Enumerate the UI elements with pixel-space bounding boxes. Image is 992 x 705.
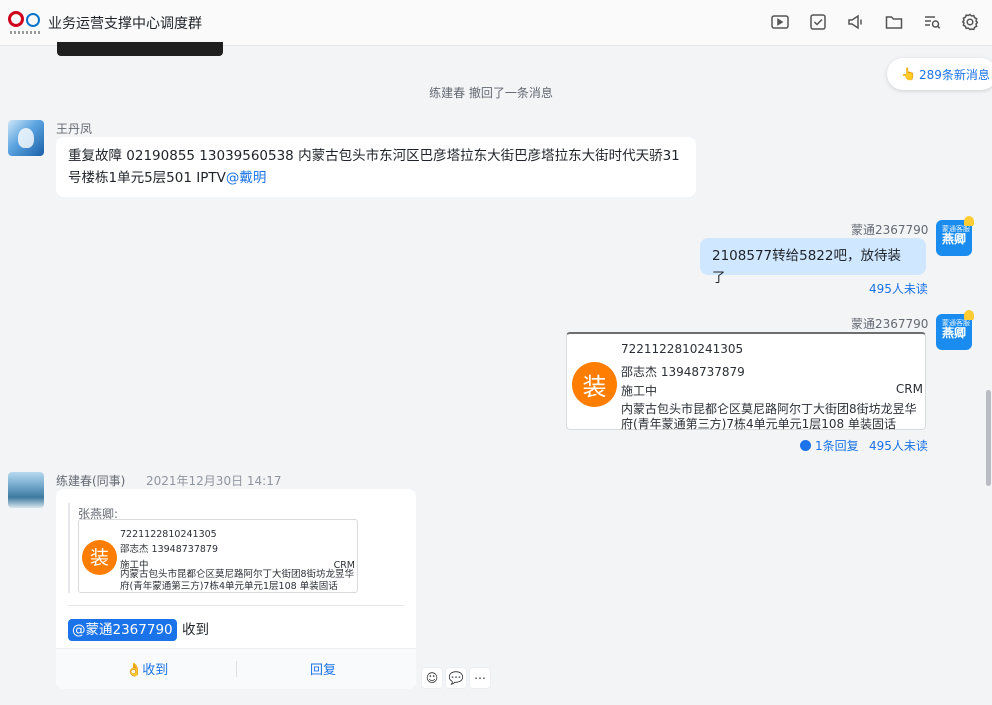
acknowledge-button[interactable]: 👌收到 <box>126 660 168 682</box>
chat-header: 业务运营支撑中心调度群 <box>0 0 992 46</box>
message-bubble[interactable]: 2108577转给5822吧，放待装了 <box>700 238 926 286</box>
comment-icon <box>800 440 811 451</box>
order-system: CRM <box>895 382 923 396</box>
avatar[interactable]: 蒙通客服 燕卿 <box>936 216 974 256</box>
sender-name: 王丹凤 <box>56 122 93 136</box>
system-notice: 练建春 撤回了一条消息 <box>429 86 553 100</box>
message-hover-toolbar: ☺ 💬 ⋯ <box>421 667 491 689</box>
video-icon[interactable] <box>770 12 790 32</box>
message-text: 重复故障 02190855 13039560538 内蒙古包头市东河区巴彦塔拉东… <box>68 148 680 186</box>
previous-message-fragment <box>57 42 223 56</box>
settings-icon[interactable] <box>960 12 980 32</box>
sender-name: 蒙通2367790 <box>851 223 929 237</box>
quoted-order-card[interactable]: 装 7221122810241305 邵志杰 13948737879 施工中 C… <box>78 519 358 593</box>
install-badge: 装 <box>572 362 617 407</box>
thread-replies[interactable]: 1条回复 <box>800 437 859 454</box>
sender-name: 蒙通2367790 <box>851 317 929 331</box>
unread-count[interactable]: 495人未读 <box>869 280 928 297</box>
order-person: 邵志杰 13948737879 <box>621 365 745 379</box>
scrollbar[interactable] <box>986 390 991 486</box>
crown-icon <box>964 310 974 320</box>
acknowledge-label: 收到 <box>142 663 169 678</box>
order-status: 施工中 <box>621 384 658 398</box>
message-bubble[interactable]: 张燕卿: 装 7221122810241305 邵志杰 13948737879 … <box>56 489 416 689</box>
message-time: 2021年12月30日 14:17 <box>146 474 282 488</box>
hand-pointer-icon: 👆 <box>901 67 916 81</box>
reply-button[interactable]: 回复 <box>310 660 336 682</box>
more-icon[interactable]: ⋯ <box>469 667 491 689</box>
message-text: 收到 <box>182 622 209 638</box>
order-address: 内蒙古包头市昆都仑区莫尼路阿尔丁大街团8街坊龙昱华府(青年蒙通第三方)7栋4单元… <box>120 569 355 592</box>
task-check-icon[interactable] <box>808 12 828 32</box>
replies-label: 1条回复 <box>815 439 859 453</box>
avatar[interactable] <box>8 472 44 508</box>
order-card[interactable]: 装 7221122810241305 邵志杰 13948737879 施工中 C… <box>566 332 926 431</box>
header-toolbar <box>770 12 980 32</box>
crown-icon <box>964 216 974 226</box>
divider <box>236 661 237 677</box>
folder-icon[interactable] <box>884 12 904 32</box>
quote-bar <box>68 503 70 593</box>
ok-hand-icon: 👌 <box>126 663 143 678</box>
install-badge: 装 <box>82 540 117 575</box>
order-number: 7221122810241305 <box>621 342 744 356</box>
unread-count[interactable]: 495人未读 <box>869 437 928 454</box>
mention-link[interactable]: @戴明 <box>226 170 267 186</box>
announcement-icon[interactable] <box>846 12 866 32</box>
message-actions: 👌收到 回复 <box>56 648 416 689</box>
sender-name: 练建春(同事) <box>56 474 126 488</box>
new-messages-label: 289条新消息 <box>918 67 990 82</box>
group-title: 业务运营支撑中心调度群 <box>48 16 202 32</box>
reaction-icon[interactable]: ☺ <box>421 667 443 689</box>
mention-tag[interactable]: @蒙通2367790 <box>68 619 177 641</box>
avatar[interactable] <box>8 120 44 156</box>
message-bubble[interactable]: 重复故障 02190855 13039560538 内蒙古包头市东河区巴彦塔拉东… <box>56 137 696 197</box>
comment-icon[interactable]: 💬 <box>445 667 467 689</box>
order-address: 内蒙古包头市昆都仑区莫尼路阿尔丁大街团8街坊龙昱华府(青年蒙通第三方)7栋4单元… <box>621 402 917 431</box>
divider <box>68 605 404 606</box>
avatar[interactable]: 蒙通客服 燕卿 <box>936 310 974 350</box>
group-logo <box>8 9 42 37</box>
search-history-icon[interactable] <box>922 12 942 32</box>
